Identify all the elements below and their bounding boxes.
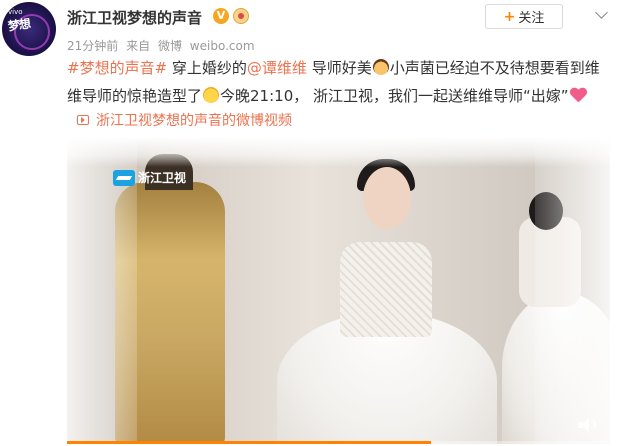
source-link[interactable]: 微博 — [158, 39, 182, 53]
video-source-label: 浙江卫视梦想的声音的微博视频 — [96, 113, 292, 129]
post-text-4: 今晚21:10， 浙江卫视，我们一起送维维导师“出嫁” — [220, 87, 569, 105]
post-time[interactable]: 21分钟前 — [67, 39, 118, 53]
hashtag-link[interactable]: #梦想的声音# — [67, 59, 167, 77]
video-source-link[interactable]: 浙江卫视梦想的声音的微博视频 — [77, 110, 292, 130]
volume-icon[interactable] — [578, 418, 596, 432]
channel-logo-text: 浙江卫视 — [138, 171, 187, 185]
curtain-right — [535, 137, 610, 444]
bride-face — [363, 167, 411, 229]
source-prefix: 来自 — [126, 39, 151, 53]
zhejiang-tv-logo-icon — [113, 169, 135, 186]
follow-button[interactable]: + 关注 — [485, 4, 563, 29]
post-meta: 21分钟前 来自 微博 weibo.com — [67, 37, 259, 54]
follow-label: 关注 — [518, 11, 545, 26]
channel-logo: 浙江卫视 — [113, 169, 186, 186]
wedding-dress-bodice — [340, 242, 432, 337]
chevron-down-icon[interactable] — [595, 6, 608, 19]
post-text: #梦想的声音# 穿上婚纱的@谭维维 导师好美 小声菌已经迫不及待想要看到维维导师的… — [67, 54, 612, 110]
level-badge-icon — [233, 8, 249, 24]
lace-frame-top — [67, 137, 610, 167]
avatar[interactable]: vivo 梦想 — [2, 2, 56, 56]
shocked-emoji-icon — [203, 87, 220, 103]
post-text-1: 穿上婚纱的 — [167, 59, 247, 77]
heart-emoji-icon — [570, 88, 587, 103]
source-domain: weibo.com — [189, 39, 255, 53]
video-player[interactable]: 浙江卫视 — [67, 137, 610, 444]
progress-fill — [67, 441, 431, 444]
verified-badge: V — [213, 8, 229, 24]
bride-emoji-icon — [372, 59, 389, 75]
plus-icon: + — [503, 8, 516, 25]
user-name[interactable]: 浙江卫视梦想的声音 — [67, 7, 202, 28]
post-text-2: 导师好美 — [306, 59, 372, 77]
avatar-brand: vivo — [8, 8, 23, 16]
mention-link[interactable]: @谭维维 — [247, 59, 307, 77]
video-icon — [77, 115, 89, 125]
